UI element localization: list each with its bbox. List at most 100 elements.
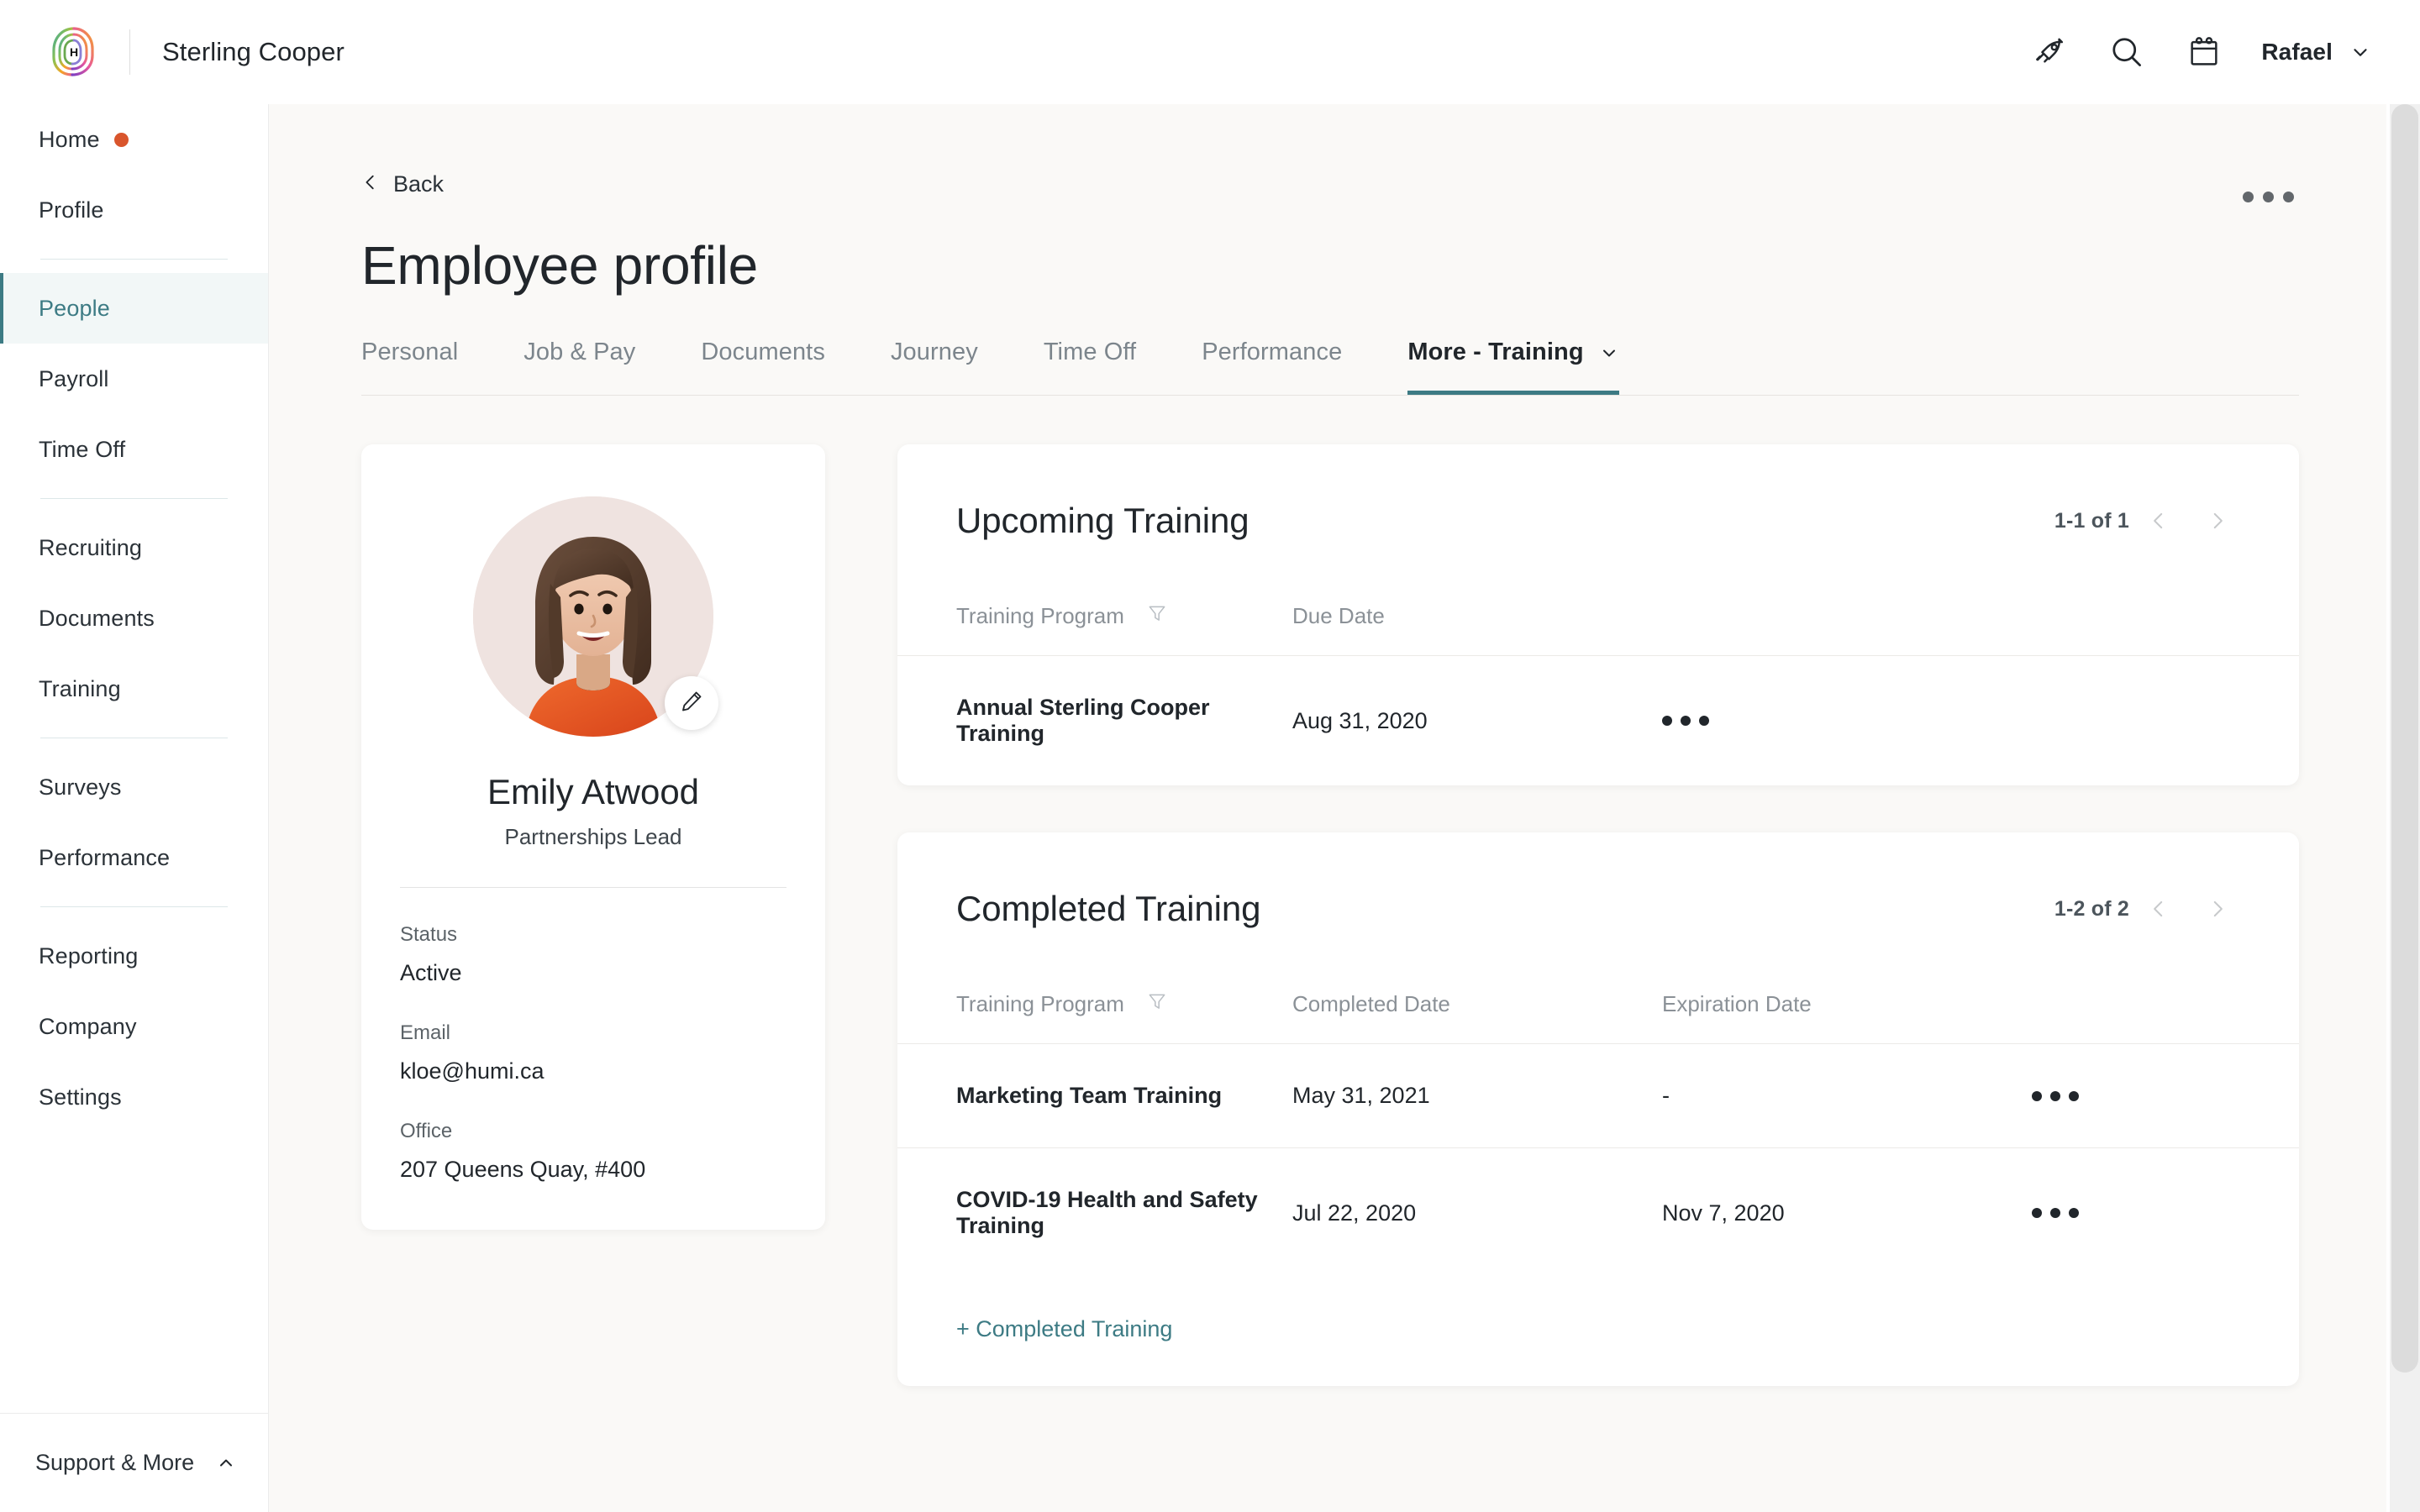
upcoming-pagination-count: 1-1 of 1	[2054, 508, 2129, 533]
row-actions-button[interactable]	[2032, 1090, 2240, 1101]
sidebar-item-label: Company	[39, 1013, 137, 1039]
page-overflow-menu-button[interactable]	[2231, 180, 2306, 214]
sidebar-item-recruiting[interactable]: Recruiting	[0, 512, 268, 583]
row-actions-button[interactable]	[2032, 1208, 2240, 1218]
field-value: kloe@humi.ca	[400, 1058, 544, 1084]
user-menu-name[interactable]: Rafael	[2261, 39, 2333, 66]
rocket-icon[interactable]	[2011, 13, 2088, 91]
profile-field-status: Status Active	[361, 923, 825, 986]
chevron-down-icon[interactable]	[2349, 41, 2371, 63]
tab-more-training[interactable]: More - Training	[1407, 339, 1618, 395]
completed-training-table: Training Program Completed Date Expirati…	[897, 938, 2299, 1278]
sidebar-item-company[interactable]: Company	[0, 991, 268, 1062]
humi-spiral-logo[interactable]: H	[47, 25, 101, 79]
sidebar-item-label: Profile	[39, 197, 104, 223]
topbar-actions: Rafael	[2011, 13, 2420, 91]
sidebar-divider	[40, 498, 228, 499]
sidebar-item-label: People	[39, 295, 110, 321]
sidebar-item-label: Settings	[39, 1084, 122, 1110]
upcoming-training-title: Upcoming Training	[956, 501, 1249, 540]
sidebar-item-payroll[interactable]: Payroll	[0, 344, 268, 414]
tab-time-off[interactable]: Time Off	[1044, 339, 1136, 395]
sidebar-item-label: Time Off	[39, 436, 126, 462]
add-completed-training-link[interactable]: + Completed Training	[956, 1316, 1172, 1341]
filter-funnel-icon[interactable]	[1146, 990, 1168, 1018]
table-header-row: Training Program Due Date	[897, 550, 2299, 656]
brand-area[interactable]: H Sterling Cooper	[0, 25, 345, 79]
tab-journey[interactable]: Journey	[891, 339, 978, 395]
sidebar-item-surveys[interactable]: Surveys	[0, 752, 268, 822]
svg-text:H: H	[70, 45, 78, 59]
profile-tabs: Personal Job & Pay Documents Journey Time Of…	[361, 339, 2299, 396]
upcoming-prev-page-button[interactable]	[2129, 491, 2188, 550]
chevron-up-icon	[216, 1453, 236, 1473]
sidebar-item-support-and-more[interactable]: Support & More	[0, 1413, 268, 1512]
sidebar-item-documents[interactable]: Documents	[0, 583, 268, 654]
sidebar-item-label: Training	[39, 675, 121, 701]
sidebar-item-reporting[interactable]: Reporting	[0, 921, 268, 991]
notification-dot	[113, 132, 129, 147]
upcoming-training-table: Training Program Due Date Annual Sterlin…	[897, 550, 2299, 785]
scrollbar-thumb[interactable]	[2391, 104, 2418, 1373]
tab-job-pay[interactable]: Job & Pay	[523, 339, 635, 395]
table-header-row: Training Program Completed Date Expirati…	[897, 938, 2299, 1044]
top-navigation-bar: H Sterling Cooper Rafael	[0, 0, 2420, 104]
tab-personal[interactable]: Personal	[361, 339, 458, 395]
edit-avatar-button[interactable]	[665, 676, 718, 730]
pencil-icon	[679, 689, 704, 718]
field-label: Status	[400, 923, 458, 946]
tab-label: Journey	[890, 339, 978, 365]
profile-field-email: Email kloe@humi.ca	[361, 1021, 825, 1084]
sidebar-item-home[interactable]: Home	[0, 104, 268, 175]
sidebar-item-performance[interactable]: Performance	[0, 822, 268, 893]
search-icon[interactable]	[2088, 13, 2165, 91]
cell-completed-date: Jul 22, 2020	[1292, 1200, 1417, 1226]
sidebar-item-training[interactable]: Training	[0, 654, 268, 724]
row-actions-button[interactable]	[1662, 716, 2240, 726]
brand-divider	[129, 29, 130, 75]
sidebar-item-time-off[interactable]: Time Off	[0, 414, 268, 485]
kebab-horizontal-icon	[1662, 716, 1672, 726]
vertical-scrollbar[interactable]	[2390, 104, 2420, 1512]
tab-documents[interactable]: Documents	[701, 339, 825, 395]
cell-training-program: Marketing Team Training	[897, 1043, 1292, 1148]
sidebar-item-settings[interactable]: Settings	[0, 1062, 268, 1132]
calendar-icon[interactable]	[2165, 13, 2243, 91]
kebab-horizontal-icon	[2032, 1090, 2042, 1101]
completed-pagination-count: 1-2 of 2	[2054, 896, 2129, 921]
field-label: Office	[400, 1120, 453, 1142]
table-row[interactable]: Annual Sterling Cooper Training Aug 31, 2…	[897, 656, 2299, 786]
table-row[interactable]: Marketing Team Training May 31, 2021-	[897, 1043, 2299, 1148]
cell-expiration-date: -	[1662, 1043, 2032, 1148]
chevron-down-icon	[1599, 343, 1619, 363]
completed-next-page-button[interactable]	[2188, 879, 2247, 938]
back-button[interactable]: Back	[361, 171, 444, 197]
sidebar-item-label: Recruiting	[39, 534, 143, 560]
tab-performance[interactable]: Performance	[1202, 339, 1342, 395]
employee-name: Emily Atwood	[487, 772, 700, 811]
filter-funnel-icon[interactable]	[1146, 602, 1168, 630]
sidebar-item-people[interactable]: People	[0, 273, 268, 344]
upcoming-training-card: Upcoming Training 1-1 of 1 Training Prog…	[897, 444, 2299, 785]
profile-card-divider	[400, 887, 786, 888]
sidebar-item-profile[interactable]: Profile	[0, 175, 268, 245]
sidebar-item-label: Performance	[39, 844, 171, 870]
column-header-training-program: Training Program	[956, 603, 1124, 628]
field-label: Email	[400, 1021, 451, 1044]
completed-training-title: Completed Training	[956, 889, 1261, 928]
table-row[interactable]: COVID-19 Health and Safety Training Jul 2…	[897, 1148, 2299, 1278]
upcoming-next-page-button[interactable]	[2188, 491, 2247, 550]
column-header-training-program: Training Program	[956, 991, 1124, 1016]
sidebar-item-label: Home	[39, 126, 100, 152]
cell-expiration-date: Nov 7, 2020	[1662, 1200, 1785, 1226]
column-header-due-date: Due Date	[1292, 550, 1662, 656]
completed-prev-page-button[interactable]	[2129, 879, 2188, 938]
column-header-completed-date: Completed Date	[1292, 938, 1662, 1044]
cell-actions	[2032, 1043, 2299, 1148]
tab-label: Personal	[361, 339, 459, 365]
tab-label: Documents	[701, 339, 825, 365]
cell-actions	[1662, 656, 2299, 786]
sidebar-divider	[40, 906, 228, 907]
profile-fields: Status Active Email kloe@humi.ca Office 207 Q…	[361, 923, 825, 1183]
cell-actions	[2032, 1148, 2299, 1278]
